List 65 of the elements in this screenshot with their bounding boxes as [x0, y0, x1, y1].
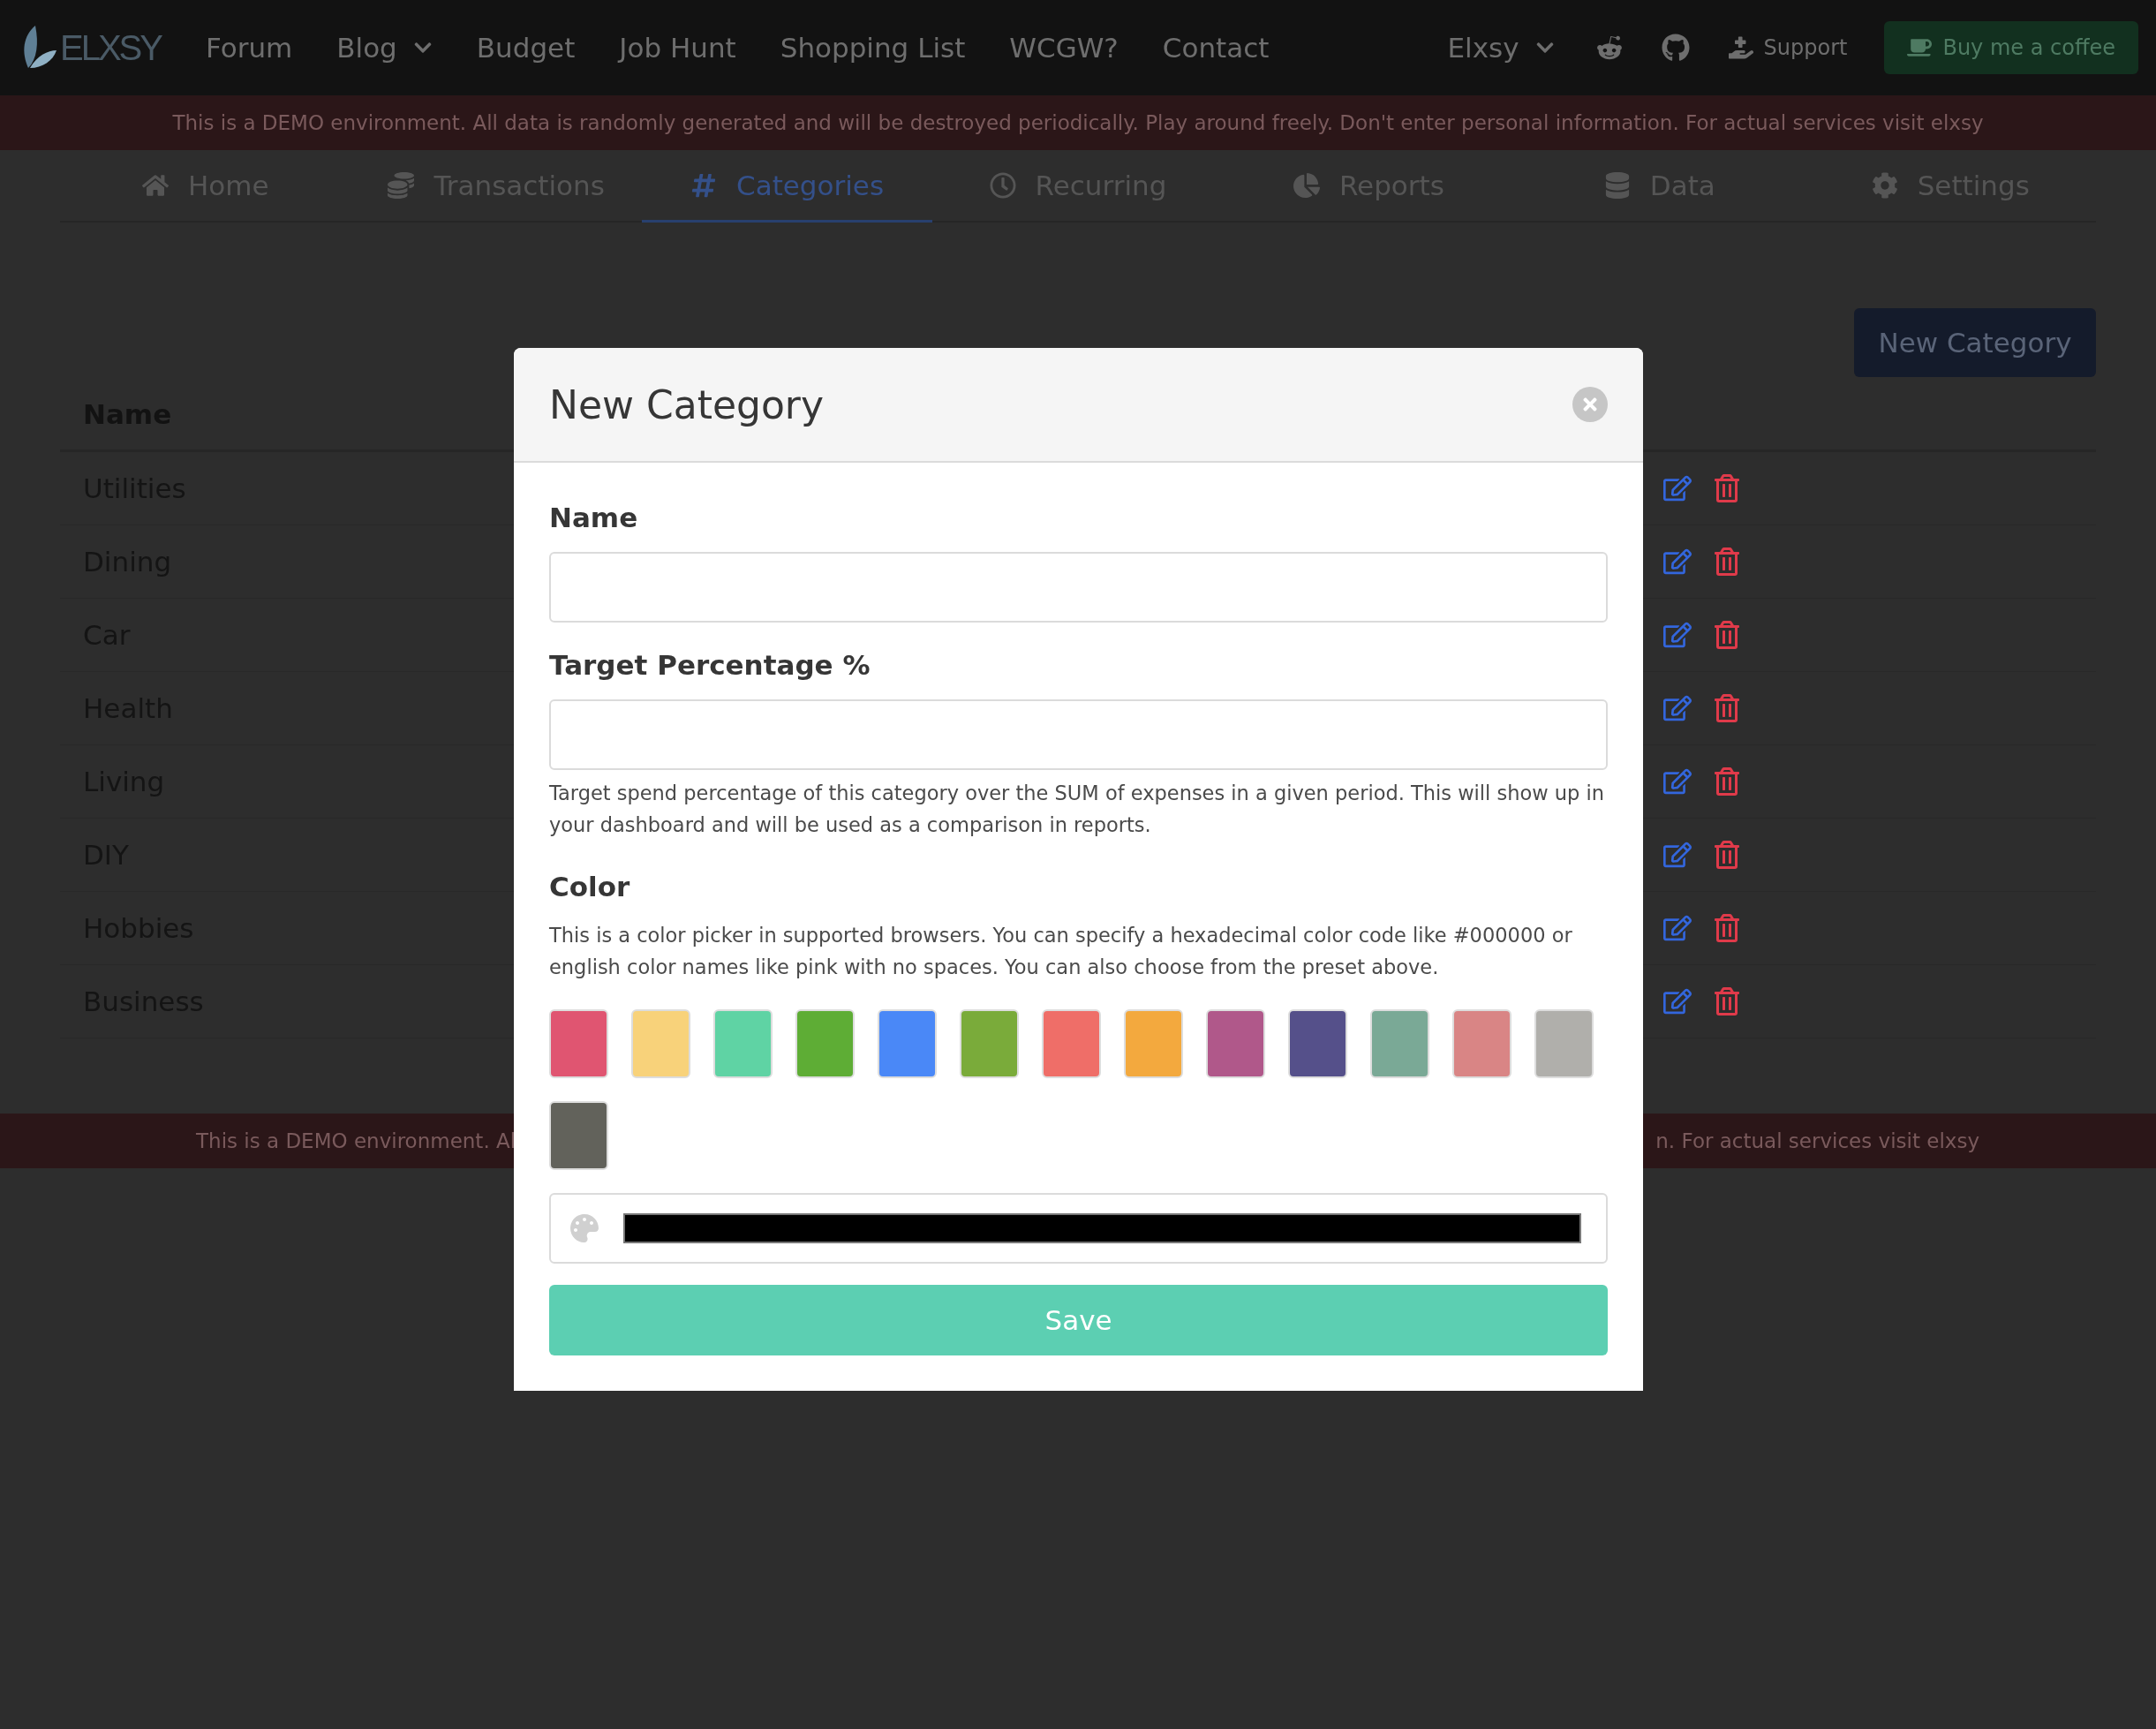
color-swatch[interactable] — [1042, 1009, 1101, 1078]
edit-icon[interactable] — [1663, 841, 1692, 869]
coffee-button[interactable]: Buy me a coffee — [1884, 21, 2138, 74]
tab-icon — [388, 171, 415, 199]
trash-icon[interactable] — [1713, 621, 1741, 649]
nav-link[interactable]: Contact — [1140, 32, 1292, 64]
banner-text: n. For actual services visit elxsy — [1655, 1129, 1979, 1152]
nav-link[interactable]: Forum — [183, 32, 315, 64]
nav-link[interactable]: Budget — [454, 32, 598, 64]
field-label: Color — [549, 871, 631, 902]
save-button[interactable]: Save — [549, 1285, 1608, 1355]
logo-text[interactable]: ELXSY — [60, 27, 161, 68]
edit-icon[interactable] — [1663, 694, 1692, 722]
nav-link[interactable]: Shopping List — [758, 32, 988, 64]
hand-plus-icon — [1728, 35, 1753, 60]
field-label: Name — [549, 502, 639, 533]
tab-icon — [1871, 171, 1898, 199]
user-menu[interactable]: Elxsy — [1425, 32, 1577, 64]
edit-icon[interactable] — [1663, 474, 1692, 502]
trash-icon[interactable] — [1713, 767, 1741, 796]
field-label: Target Percentage % — [549, 649, 871, 681]
edit-icon[interactable] — [1663, 987, 1692, 1016]
color-swatch[interactable] — [878, 1009, 937, 1078]
name-input[interactable] — [549, 552, 1608, 623]
color-swatch[interactable] — [549, 1101, 608, 1170]
color-field[interactable] — [549, 1193, 1608, 1264]
help-text: Target spend percentage of this category over the SUM of expenses in a given period. This will show up in your dashboard and will be used as a comparison in reports. — [549, 781, 1605, 838]
trash-icon[interactable] — [1713, 694, 1741, 722]
color-swatch[interactable] — [713, 1009, 773, 1078]
close-button[interactable] — [1572, 387, 1608, 422]
modal-title: New Category — [549, 381, 824, 427]
trash-icon[interactable] — [1713, 841, 1741, 869]
nav-link[interactable]: WCGW? — [987, 32, 1141, 64]
color-swatch[interactable] — [1206, 1009, 1265, 1078]
color-swatch[interactable] — [1288, 1009, 1347, 1078]
color-swatch[interactable] — [795, 1009, 855, 1078]
edit-icon[interactable] — [1663, 914, 1692, 942]
color-swatch[interactable] — [631, 1009, 690, 1078]
trash-icon[interactable] — [1713, 914, 1741, 942]
trash-icon[interactable] — [1713, 474, 1741, 502]
palette-icon — [570, 1214, 599, 1242]
edit-icon[interactable] — [1663, 547, 1692, 576]
support-link[interactable]: Support — [1708, 35, 1867, 60]
new-category-button[interactable]: New Category — [1854, 308, 2096, 377]
percentage-input[interactable] — [549, 699, 1608, 770]
color-swatch[interactable] — [1124, 1009, 1183, 1078]
tab[interactable]: Categories — [641, 150, 933, 223]
demo-banner: This is a DEMO environment. All data is randomly generated and will be destroyed periodically. Play around freely. Don't enter personal information. For actual services visit elxsy — [0, 95, 2156, 150]
nav-link[interactable]: Job Hunt — [597, 32, 758, 64]
tab-icon — [989, 171, 1016, 199]
color-swatch[interactable] — [960, 1009, 1019, 1078]
trash-icon[interactable] — [1713, 987, 1741, 1016]
trash-icon[interactable] — [1713, 547, 1741, 576]
help-text: This is a color picker in supported browsers. You can specify a hexadecimal color code like #000000 or english color names like pink with no spaces. You can also choose from the preset above. — [549, 923, 1573, 980]
color-swatch[interactable] — [1534, 1009, 1594, 1078]
tab-icon — [1603, 171, 1631, 199]
color-swatch[interactable] — [1370, 1009, 1429, 1078]
nav-link[interactable]: Blog — [314, 32, 455, 64]
color-swatch[interactable] — [1452, 1009, 1511, 1078]
color-swatch[interactable] — [549, 1009, 608, 1078]
tab-icon — [690, 171, 717, 199]
edit-icon[interactable] — [1663, 767, 1692, 796]
edit-icon[interactable] — [1663, 621, 1692, 649]
banner-text: This is a DEMO environment. Al — [196, 1129, 516, 1152]
tab-icon — [1293, 171, 1320, 199]
